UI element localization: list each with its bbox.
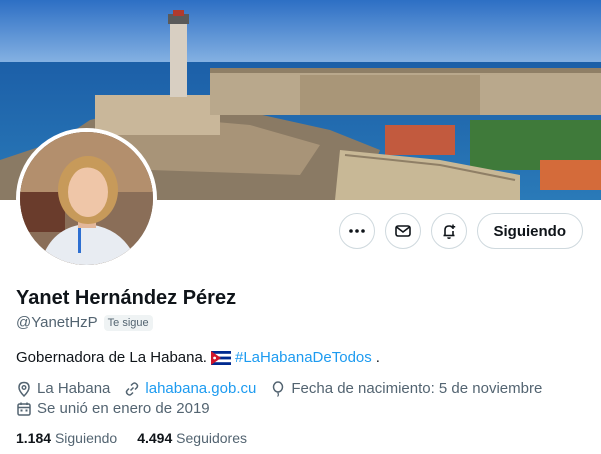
- joined-item: Se unió en enero de 2019: [16, 400, 210, 417]
- website-item: lahabana.gob.cu: [124, 380, 256, 397]
- location-pin-icon: [18, 381, 30, 397]
- bio-text: Gobernadora de La Habana.: [16, 349, 207, 366]
- following-stat[interactable]: 1.184 Siguiendo: [16, 430, 117, 446]
- birthday-item: Fecha de nacimiento: 5 de noviembre: [270, 380, 542, 397]
- followers-label: Seguidores: [176, 430, 247, 446]
- profile-meta-joined: Se unió en enero de 2019: [16, 400, 210, 417]
- profile-actions: Siguiendo: [338, 213, 583, 249]
- bell-plus-icon: [443, 224, 455, 239]
- link-icon: [126, 381, 139, 396]
- notifications-button[interactable]: [430, 213, 467, 249]
- birthday-text: Fecha de nacimiento: 5 de noviembre: [291, 380, 543, 397]
- envelope-icon: [394, 225, 411, 237]
- profile-handle: @YanetHzP: [16, 314, 98, 331]
- follows-you-badge: Te sigue: [103, 314, 153, 331]
- balloon-icon: [273, 380, 284, 397]
- cuba-flag-icon: [210, 350, 231, 365]
- profile-meta: La Habana lahabana.gob.cu Fecha de nacim…: [16, 380, 542, 397]
- more-button[interactable]: [338, 213, 375, 249]
- profile-bio: Gobernadora de La Habana. #LaHabanaDeTod…: [16, 349, 380, 366]
- followers-stat[interactable]: 4.494 Seguidores: [137, 430, 247, 446]
- following-label: Siguiendo: [54, 430, 118, 446]
- profile-name: Yanet Hernández Pérez: [16, 287, 237, 309]
- joined-text: Se unió en enero de 2019: [37, 400, 210, 417]
- bio-hashtag-link[interactable]: #LaHabanaDeTodos: [235, 349, 372, 366]
- profile-stats: 1.184 Siguiendo 4.494 Seguidores: [16, 430, 247, 446]
- location-text: La Habana: [37, 380, 111, 397]
- followers-count: 4.494: [137, 430, 173, 446]
- following-count: 1.184: [16, 430, 52, 446]
- following-button[interactable]: Siguiendo: [476, 213, 583, 249]
- handle-row: @YanetHzP Te sigue: [16, 314, 153, 331]
- more-icon: [348, 229, 365, 233]
- location-item: La Habana: [16, 380, 110, 397]
- message-button[interactable]: [384, 213, 421, 249]
- profile-avatar[interactable]: [16, 128, 157, 269]
- website-link[interactable]: lahabana.gob.cu: [145, 380, 256, 397]
- following-button-label: Siguiendo: [493, 222, 567, 240]
- bio-end: .: [375, 349, 380, 366]
- calendar-icon: [17, 402, 31, 416]
